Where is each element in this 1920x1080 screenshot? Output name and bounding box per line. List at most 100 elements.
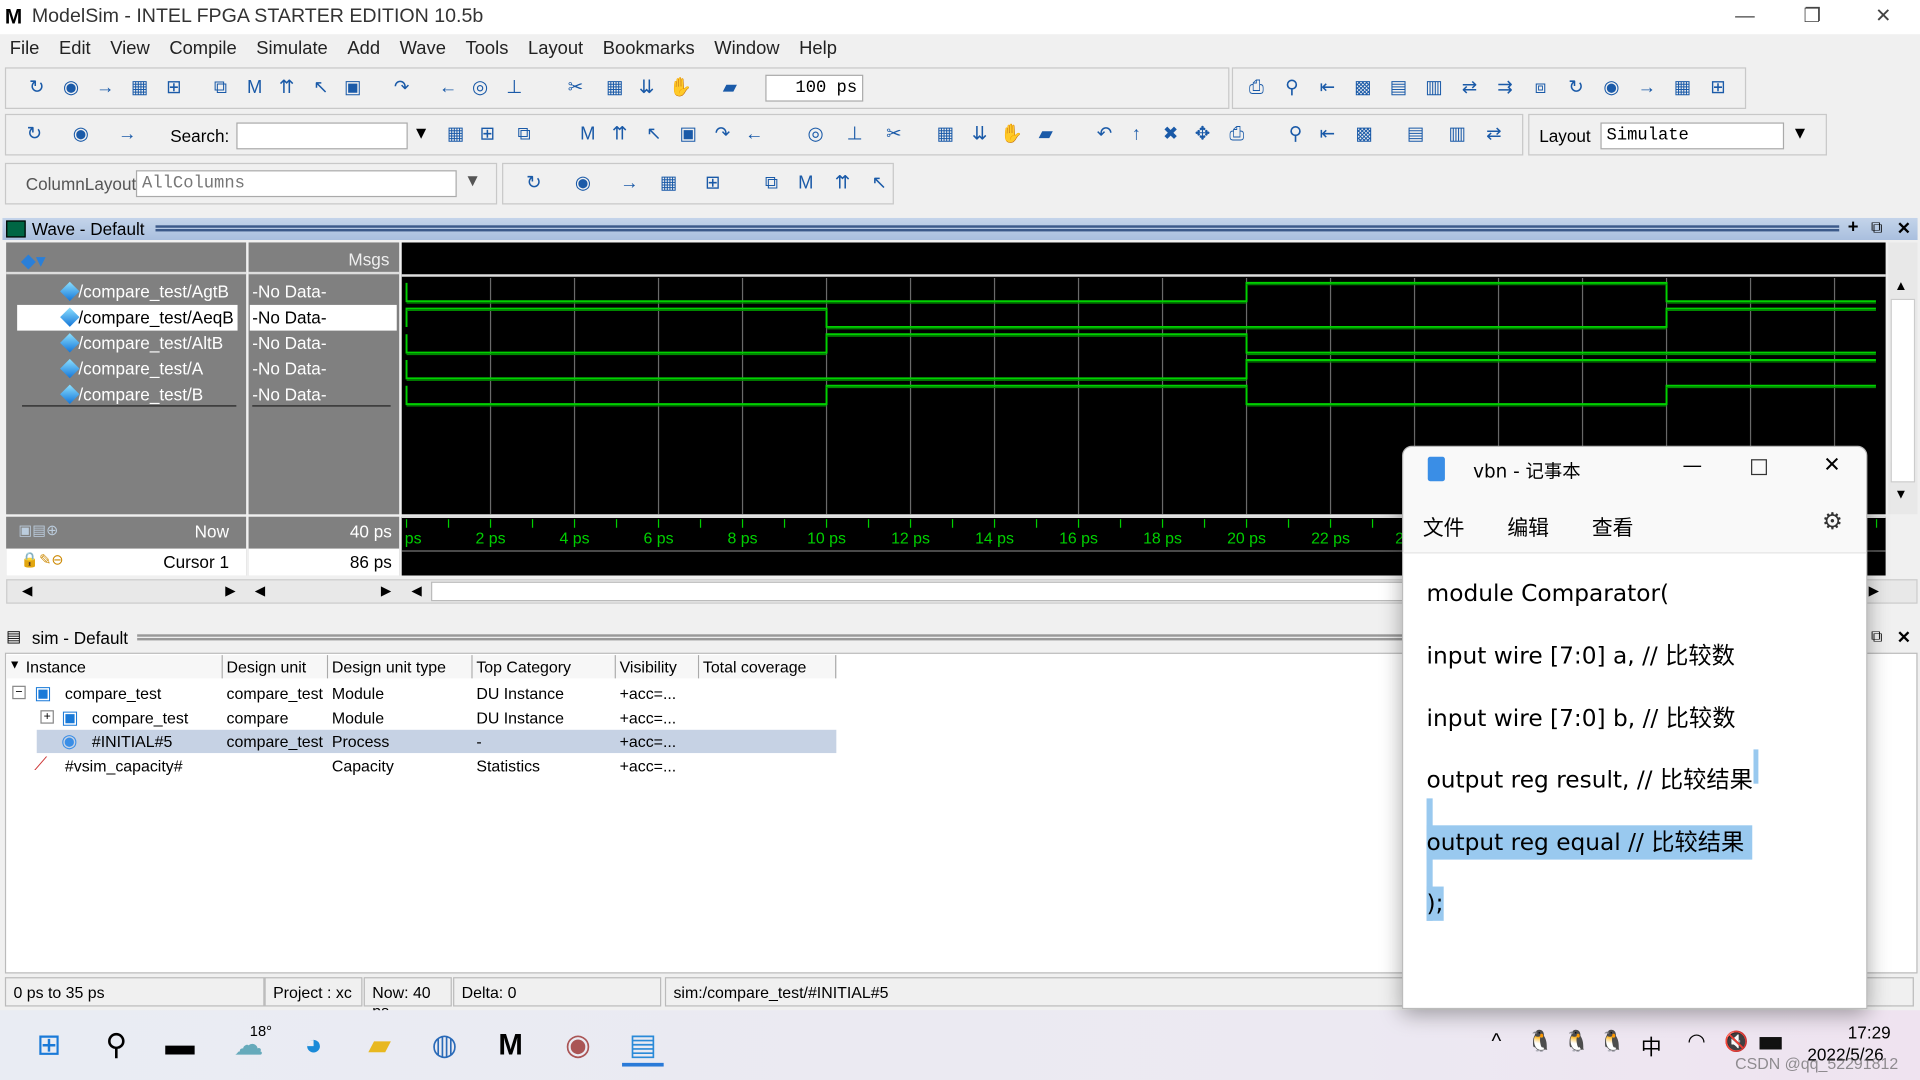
run-all-icon[interactable]: ⇤	[1314, 75, 1341, 102]
expand-all-icon[interactable]: ⧉	[758, 170, 785, 197]
scroll-up-icon[interactable]: ▲	[1894, 279, 1907, 294]
close-pane-icon[interactable]: ✕	[1897, 218, 1911, 239]
cut-icon[interactable]: ⧉	[207, 75, 234, 102]
app-taskbar-icon[interactable]: ◉	[557, 1025, 599, 1067]
zoom-in-icon[interactable]: M	[574, 121, 601, 148]
signal-row[interactable]: /compare_test/AgtB	[17, 279, 237, 305]
find-next-icon[interactable]: ⊞	[474, 121, 501, 148]
menu-add[interactable]: Add	[338, 34, 390, 59]
paste-icon[interactable]: ⇈	[273, 75, 300, 102]
wave-format-icon[interactable]: ◆▾	[21, 249, 46, 273]
menu-compile[interactable]: Compile	[160, 34, 247, 59]
notepad-menu-file[interactable]: 文件	[1423, 511, 1465, 541]
compile-icon[interactable]: ↷	[388, 75, 415, 102]
wave-both-icon[interactable]: ▰	[1032, 121, 1059, 148]
now-icons[interactable]: ▣▤⊕	[18, 522, 58, 539]
signal-row[interactable]: /compare_test/AltB	[17, 331, 237, 357]
wave-scroll-right-icon[interactable]: ▶	[1869, 583, 1879, 599]
select-pointer-icon[interactable]: ⧈	[1527, 75, 1554, 102]
wave-edit-icon[interactable]: ⇄	[1456, 75, 1483, 102]
notepad-text-area[interactable]: module Comparator( input wire [7:0] a, /…	[1403, 552, 1867, 1008]
menu-window[interactable]: Window	[704, 34, 789, 59]
battery-icon[interactable]	[1759, 1037, 1782, 1050]
file-explorer-icon[interactable]: ▰	[359, 1025, 401, 1067]
notepad-menu-edit[interactable]: 编辑	[1507, 511, 1549, 541]
table-cell[interactable]: #vsim_capacity#	[65, 754, 183, 777]
wave-vertical-scrollbar[interactable]: ▲ ▼	[1888, 242, 1918, 515]
cursor-lock-icons[interactable]: 🔒✎⊖	[21, 551, 64, 568]
run-restart-icon[interactable]: ▰	[716, 75, 743, 102]
undo-icon[interactable]: ↖	[307, 75, 334, 102]
column-layout-dropdown-icon[interactable]: ▼	[464, 170, 481, 190]
run-continue-icon[interactable]: ⚲	[1278, 75, 1305, 102]
signal-row[interactable]: /compare_test/A	[17, 356, 237, 382]
menu-wave[interactable]: Wave	[390, 34, 456, 59]
step-out-icon[interactable]: →	[114, 121, 141, 148]
scroll-thumb[interactable]	[1890, 298, 1916, 483]
mem-save-icon[interactable]: ✖	[1157, 121, 1184, 148]
table-cell[interactable]: compare_test	[92, 706, 188, 729]
zoom-out-icon[interactable]: ⇈	[606, 121, 633, 148]
menu-simulate[interactable]: Simulate	[247, 34, 338, 59]
cursor-delete-icon[interactable]: ▦	[1669, 75, 1696, 102]
layout-dropdown-icon[interactable]: ▼	[1791, 122, 1808, 142]
add-wave-group-icon[interactable]: ◉	[569, 170, 596, 197]
qq-icon[interactable]: 🐧	[1599, 1030, 1625, 1054]
menu-tools[interactable]: Tools	[456, 34, 518, 59]
copy-path-icon[interactable]: ⇈	[829, 170, 856, 197]
signal-row[interactable]: /compare_test/B	[17, 382, 237, 408]
start-windows-icon[interactable]: ⊞	[28, 1025, 70, 1067]
value-scroll-right-icon[interactable]: ▶	[381, 583, 391, 599]
zoom-full-icon[interactable]: ↖	[640, 121, 667, 148]
zoom-fit-icon[interactable]: ◉	[1598, 75, 1625, 102]
new-file-icon[interactable]: ↻	[23, 75, 50, 102]
menu-bookmarks[interactable]: Bookmarks	[593, 34, 704, 59]
edit-columns-icon[interactable]: →	[616, 170, 643, 197]
column-header[interactable]: Design unit type	[328, 655, 473, 679]
notepad-minimize-button[interactable]: —	[1682, 453, 1702, 476]
step-up-icon[interactable]: ▩	[1351, 121, 1378, 148]
column-header[interactable]: Visibility	[615, 655, 700, 679]
search-dropdown-icon[interactable]: ▼	[413, 122, 430, 142]
modelsim-icon[interactable]: ⊥	[501, 75, 528, 102]
menu-view[interactable]: View	[100, 34, 159, 59]
wave-grid-icon[interactable]: ▦	[932, 121, 959, 148]
value-scroll-left-icon[interactable]: ◀	[255, 583, 265, 599]
save-icon[interactable]: →	[92, 75, 119, 102]
step-over3-icon[interactable]: ▥	[1444, 121, 1471, 148]
edge-browser-icon[interactable]: ◕	[293, 1025, 335, 1067]
search-input[interactable]	[236, 122, 408, 150]
notepad-close-button[interactable]: ✕	[1823, 453, 1840, 477]
hand-pan-icon[interactable]: ⇉	[1491, 75, 1518, 102]
globe-app-icon[interactable]: ◍	[424, 1025, 466, 1067]
menu-file[interactable]: File	[0, 34, 49, 59]
wave-fill-icon[interactable]: ✂	[880, 121, 907, 148]
column-layout-select[interactable]: AllColumns	[135, 170, 457, 198]
table-cell[interactable]: #INITIAL#5	[92, 730, 173, 753]
up-arrow-icon[interactable]: ▦	[601, 75, 628, 102]
name-scroll-right-icon[interactable]: ▶	[225, 583, 235, 599]
mem-load-icon[interactable]: ↑	[1123, 121, 1150, 148]
step-into-icon[interactable]: ↻	[21, 121, 48, 148]
wave-bar-icon[interactable]: ⊥	[841, 121, 868, 148]
tray-expand-icon[interactable]: ^	[1491, 1030, 1501, 1054]
clock-time[interactable]: 17:29	[1848, 1022, 1891, 1042]
name-scroll-left-icon[interactable]: ◀	[22, 583, 32, 599]
cursor-lock-icon[interactable]: ⊞	[1705, 75, 1732, 102]
minimize-button[interactable]: —	[1720, 2, 1769, 31]
redo-icon[interactable]: ▣	[339, 75, 366, 102]
collapse-all-icon[interactable]: M	[792, 170, 819, 197]
zoom-box-icon[interactable]: ↻	[1562, 75, 1589, 102]
load-layout-icon[interactable]: ⊞	[699, 170, 726, 197]
sim-close-icon[interactable]: ✕	[1897, 627, 1911, 648]
break-icon[interactable]: ▩	[1349, 75, 1376, 102]
sim-undock-icon[interactable]: ⧉	[1871, 627, 1882, 647]
mem-edit-icon[interactable]: ✥	[1189, 121, 1216, 148]
qq-icon[interactable]: 🐧	[1564, 1030, 1590, 1054]
column-header[interactable]: Top Category	[472, 655, 616, 679]
forward-arrow-icon[interactable]: ✋	[667, 75, 694, 102]
scroll-down-icon[interactable]: ▼	[1894, 487, 1907, 502]
notepad-maximize-button[interactable]	[1751, 459, 1767, 476]
wave-edge-icon[interactable]: ◎	[802, 121, 829, 148]
copy-icon[interactable]: M	[241, 75, 268, 102]
